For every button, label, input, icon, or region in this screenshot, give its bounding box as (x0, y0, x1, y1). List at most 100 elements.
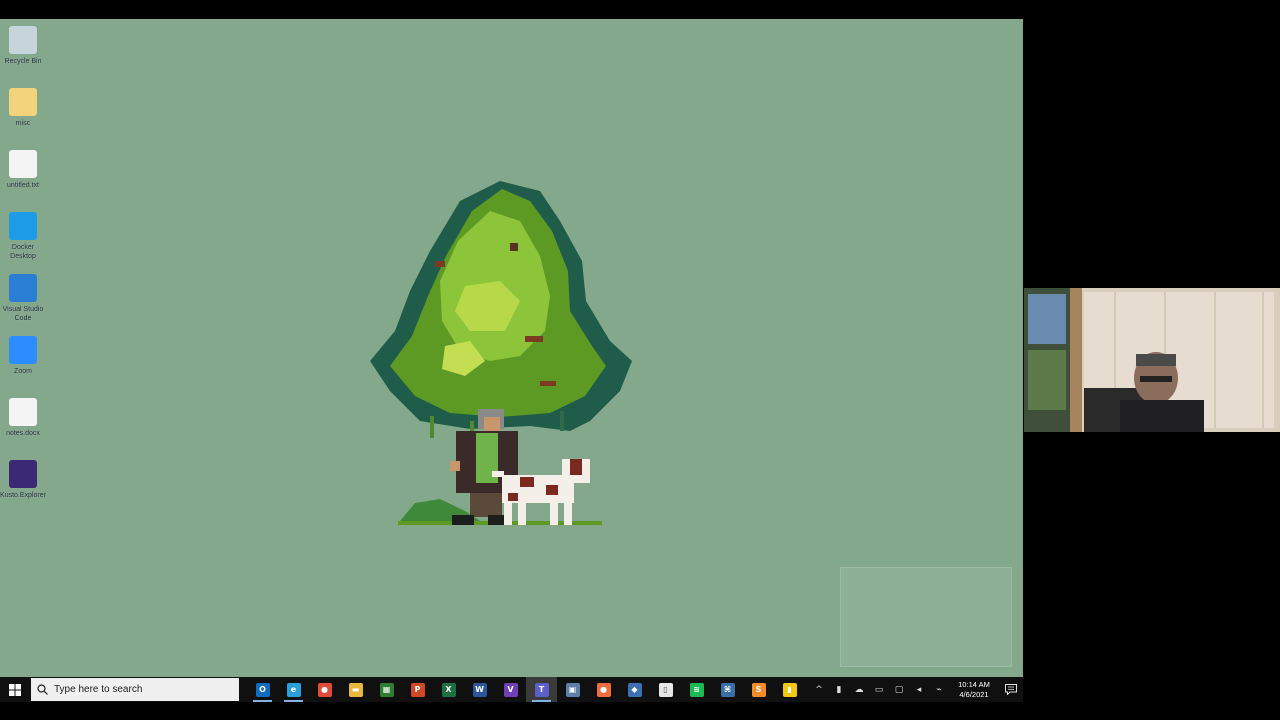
dog-spot (508, 493, 518, 501)
vscode-icon (9, 274, 37, 302)
zoom-icon (9, 336, 37, 364)
cloud-icon[interactable]: ☁ (849, 677, 869, 702)
taskbar-excel-green[interactable]: ▦ (371, 677, 402, 702)
tree-branch (540, 381, 556, 386)
desktop-icon-label: Zoom (14, 368, 32, 375)
desktop-icon-label: Kusto.Explorer (0, 492, 46, 499)
taskbar-teams[interactable]: T (526, 677, 557, 702)
document-icon (9, 398, 37, 426)
edge-icon: e (286, 682, 301, 697)
person-glasses (1140, 376, 1172, 382)
desktop-icon-zoom[interactable]: Zoom (2, 336, 44, 376)
dog-spot (520, 477, 534, 487)
excel-icon: X (441, 682, 456, 697)
person-hair (1136, 354, 1176, 366)
outlook-icon: O (255, 682, 270, 697)
chrome-icon: ● (317, 682, 332, 697)
search-icon (37, 684, 48, 695)
teams-icon: T (534, 682, 549, 697)
desktop-icon-label: notes.docx (6, 430, 40, 437)
taskbar-remote-desktop[interactable]: ▣ (557, 677, 588, 702)
windows-logo-icon (9, 683, 21, 696)
dog-ear (570, 459, 582, 475)
desktop-icon-kusto[interactable]: Kusto.Explorer (0, 460, 46, 500)
powerpoint-icon: P (410, 682, 425, 697)
start-button[interactable] (0, 677, 30, 702)
document-icon (9, 150, 37, 178)
webcam-scene (1024, 288, 1280, 432)
taskbar-word[interactable]: W (464, 677, 495, 702)
docker-icon (9, 212, 37, 240)
taskbar-notepad[interactable]: ▯ (650, 677, 681, 702)
network-icon[interactable]: ⌁ (929, 677, 949, 702)
volume-icon[interactable]: ◂ (909, 677, 929, 702)
blank-notification-panel (840, 567, 1012, 667)
recycle-bin-icon (9, 26, 37, 54)
tree-branch (510, 243, 518, 251)
search-placeholder: Type here to search (54, 684, 143, 695)
taskbar-spotify[interactable]: ≋ (681, 677, 712, 702)
dog-leg (504, 503, 512, 525)
desktop-icon-document[interactable]: untitled.txt (2, 150, 44, 190)
desktop-icon-label: misc (15, 120, 31, 127)
taskbar: Type here to search Oe ● ▬ ▦ P X W V T ▣ ● ◆ ▯ ≋ ⌘ S ▮ ^… (0, 677, 1023, 702)
taskbar-security[interactable]: ◆ (619, 677, 650, 702)
taskbar-pinned-apps: Oe ● ▬ ▦ P X W V T ▣ ● ◆ ▯ ≋ ⌘ S ▮ (247, 677, 805, 702)
person-boot (452, 515, 474, 525)
network-icon: ⌘ (720, 682, 735, 697)
tree-branch (525, 336, 543, 342)
power-bi-icon: ▮ (782, 682, 797, 697)
person-hand (450, 461, 460, 471)
desktop: Recycle Bin misc untitled.txt Docker Deskto… (0, 19, 1023, 677)
desktop-icon-label: untitled.txt (7, 182, 39, 189)
remote-desktop-icon: ▣ (565, 682, 580, 697)
door-frame (1070, 288, 1082, 432)
chevron-up-icon[interactable]: ^ (809, 677, 829, 702)
dog-leg (550, 503, 558, 525)
folder-icon: ▬ (348, 682, 363, 697)
taskbar-network-tool[interactable]: ⌘ (712, 677, 743, 702)
system-tray: ^ ▮ ☁ ▭ ▢ ◂ ⌁ 10:14 AM 4/6/2021 (809, 677, 1023, 702)
visual-studio-icon: V (503, 682, 518, 697)
notepad-icon: ▯ (658, 682, 673, 697)
word-icon: W (472, 682, 487, 697)
taskbar-search-box[interactable]: Type here to search (31, 678, 239, 701)
desktop-icon-label: Visual Studio Code (2, 306, 44, 322)
taskbar-sublime[interactable]: S (743, 677, 774, 702)
notification-icon (1005, 684, 1017, 695)
kusto-icon (9, 460, 37, 488)
dog-leg (564, 503, 572, 525)
dog-tail (492, 471, 504, 477)
desktop-icon-misc[interactable]: misc (2, 88, 44, 128)
microphone-icon[interactable]: ▮ (829, 677, 849, 702)
clock[interactable]: 10:14 AM 4/6/2021 (949, 680, 999, 700)
dog-leg (518, 503, 526, 525)
pixel-art-wallpaper (370, 181, 632, 525)
taskbar-postman[interactable]: ● (588, 677, 619, 702)
taskbar-excel[interactable]: X (433, 677, 464, 702)
desktop-icon-label: Docker Desktop (10, 244, 36, 260)
clock-date: 4/6/2021 (959, 689, 989, 699)
taskbar-file-explorer[interactable]: ▬ (340, 677, 371, 702)
taskbar-outlook[interactable]: O (247, 677, 278, 702)
desktop-icon-vscode[interactable]: Visual Studio Code (2, 274, 44, 323)
taskbar-edge[interactable]: e (278, 677, 309, 702)
desktop-icon-label: Recycle Bin (4, 58, 42, 65)
spreadsheet-icon: ▦ (379, 682, 394, 697)
desktop-icon-docker[interactable]: Docker Desktop (2, 212, 44, 261)
sublime-icon: S (751, 682, 766, 697)
folder-icon (9, 88, 37, 116)
clock-time: 10:14 AM (958, 679, 990, 689)
desktop-icon-recycle-bin[interactable]: Recycle Bin (2, 26, 44, 66)
battery-icon[interactable]: ▭ (869, 677, 889, 702)
taskbar-chrome[interactable]: ● (309, 677, 340, 702)
shield-icon: ◆ (627, 682, 642, 697)
desktop-icon-notes[interactable]: notes.docx (2, 398, 44, 438)
taskbar-visual-studio[interactable]: V (495, 677, 526, 702)
person-legs (470, 493, 502, 517)
display-icon[interactable]: ▢ (889, 677, 909, 702)
postman-icon: ● (596, 682, 611, 697)
action-center-button[interactable] (999, 677, 1023, 702)
taskbar-power-bi[interactable]: ▮ (774, 677, 805, 702)
taskbar-powerpoint[interactable]: P (402, 677, 433, 702)
